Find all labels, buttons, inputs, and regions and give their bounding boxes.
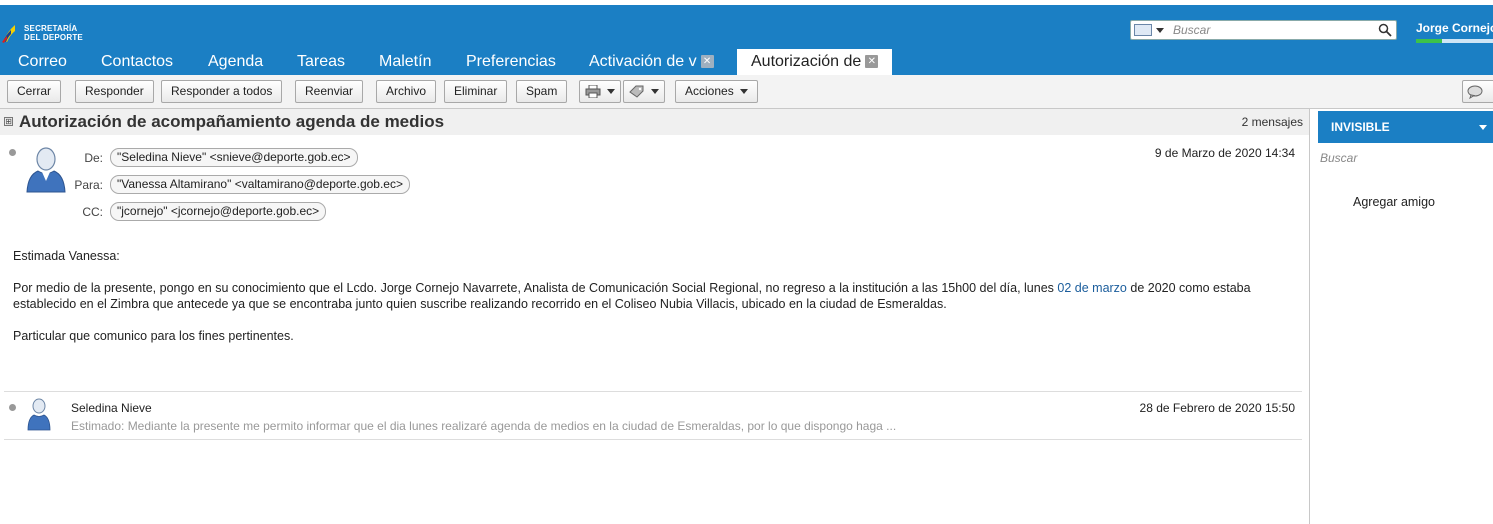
chat-sidebar: INVISIBLE Buscar Agregar amigo — [1318, 109, 1493, 524]
to-label: Para: — [74, 178, 103, 192]
tab-contactos[interactable]: Contactos — [101, 49, 173, 75]
tab-agenda[interactable]: Agenda — [208, 49, 263, 75]
close-tab-icon[interactable]: ✕ — [865, 55, 879, 69]
conversation-subject: Autorización de acompañamiento agenda de… — [19, 112, 445, 131]
chevron-down-icon — [607, 89, 615, 95]
tab-tareas[interactable]: Tareas — [297, 49, 345, 75]
collapsed-message-fragment[interactable]: Estimado: Mediante la presente me permit… — [71, 419, 896, 433]
logo-line-2: DEL DEPORTE — [24, 33, 83, 42]
chat-toggle-button[interactable] — [1462, 80, 1493, 103]
spam-button[interactable]: Spam — [516, 80, 568, 103]
buddy-search-input[interactable]: Buscar — [1320, 151, 1357, 165]
search-type-dropdown-icon[interactable] — [1156, 28, 1164, 33]
chevron-down-icon — [651, 89, 659, 95]
tab-correo[interactable]: Correo — [18, 49, 67, 75]
to-address-bubble[interactable]: "Vanessa Altamirano" <valtamirano@deport… — [110, 175, 410, 194]
search-icon[interactable] — [1378, 23, 1392, 37]
reply-all-button[interactable]: Responder a todos — [161, 80, 283, 103]
actions-menu-button[interactable]: Acciones — [675, 80, 758, 103]
message-body: Estimada Vanessa: Por medio de la presen… — [13, 248, 1303, 359]
body-text: Por medio de la presente, pongo en su co… — [13, 280, 1058, 295]
flag-logo-icon — [2, 25, 15, 43]
conversation-header: ⊞ Autorización de acompañamiento agenda … — [0, 109, 1309, 135]
archive-button[interactable]: Archivo — [376, 80, 437, 103]
date-link[interactable]: 02 de marzo — [1057, 281, 1126, 295]
message-toolbar: Cerrar Responder Responder a todos Reenv… — [0, 75, 1493, 109]
chevron-down-icon — [739, 89, 748, 95]
presence-status-label: INVISIBLE — [1331, 120, 1390, 134]
quota-bar — [1416, 39, 1493, 43]
forward-button[interactable]: Reenviar — [295, 80, 364, 103]
from-label: De: — [84, 151, 103, 165]
mail-type-icon[interactable] — [1134, 24, 1152, 36]
from-address-bubble[interactable]: "Seledina Nieve" <snieve@deporte.gob.ec> — [110, 148, 358, 167]
reply-button[interactable]: Responder — [75, 80, 154, 103]
reading-pane: ⊞ Autorización de acompañamiento agenda … — [0, 109, 1310, 524]
read-status-icon[interactable] — [9, 404, 16, 411]
presence-status-dropdown[interactable]: INVISIBLE — [1318, 111, 1493, 143]
close-tab-icon[interactable]: ✕ — [700, 55, 714, 69]
tab-activacion[interactable]: Activación de v ✕ — [589, 49, 714, 75]
divider — [4, 391, 1302, 392]
tab-activacion-label: Activación de v — [589, 53, 697, 70]
closing-paragraph: Particular que comunico para los fines p… — [13, 328, 294, 343]
delete-button[interactable]: Eliminar — [444, 80, 508, 103]
tab-maletin[interactable]: Maletín — [379, 49, 431, 75]
sender-avatar-icon — [27, 398, 51, 431]
tab-autorizacion-label: Autorización de — [751, 53, 862, 70]
actions-label: Acciones — [685, 84, 734, 98]
user-menu[interactable]: Jorge Cornejo — [1416, 21, 1493, 35]
search-input[interactable]: Buscar — [1173, 23, 1210, 37]
add-friend-link[interactable]: Agregar amigo — [1353, 195, 1435, 209]
expand-collapse-icon[interactable]: ⊞ — [4, 117, 13, 126]
greeting: Estimada Vanessa: — [13, 249, 120, 263]
message-count: 2 mensajes — [1241, 115, 1303, 129]
collapsed-message-sender[interactable]: Seledina Nieve — [71, 401, 152, 415]
quota-fill — [1416, 39, 1443, 43]
logo-line-1: SECRETARÍA — [24, 24, 78, 33]
divider — [4, 439, 1302, 440]
collapsed-message-date: 28 de Febrero de 2020 15:50 — [1139, 401, 1295, 415]
app-logo[interactable]: SECRETARÍA DEL DEPORTE — [0, 15, 90, 49]
global-search: Buscar — [1130, 20, 1397, 40]
chat-bubble-icon — [1467, 85, 1483, 99]
cc-address-bubble[interactable]: "jcornejo" <jcornejo@deporte.gob.ec> — [110, 202, 327, 221]
app-header: SECRETARÍA DEL DEPORTE Buscar Jorge Corn… — [0, 5, 1493, 49]
chevron-down-icon — [1479, 125, 1487, 130]
tag-icon — [629, 85, 644, 98]
app-tabs: Correo Contactos Agenda Tareas Maletín P… — [0, 49, 1493, 75]
print-button[interactable] — [579, 80, 621, 103]
tag-button[interactable] — [623, 80, 665, 103]
tab-autorizacion[interactable]: Autorización de ✕ — [737, 49, 893, 75]
read-status-icon[interactable] — [9, 149, 16, 156]
body-paragraph: Por medio de la presente, pongo en su co… — [13, 280, 1303, 313]
cc-label: CC: — [82, 205, 103, 219]
tab-preferencias[interactable]: Preferencias — [466, 49, 556, 75]
close-button[interactable]: Cerrar — [7, 80, 62, 103]
message-date: 9 de Marzo de 2020 14:34 — [1154, 146, 1295, 160]
printer-icon — [585, 85, 601, 99]
